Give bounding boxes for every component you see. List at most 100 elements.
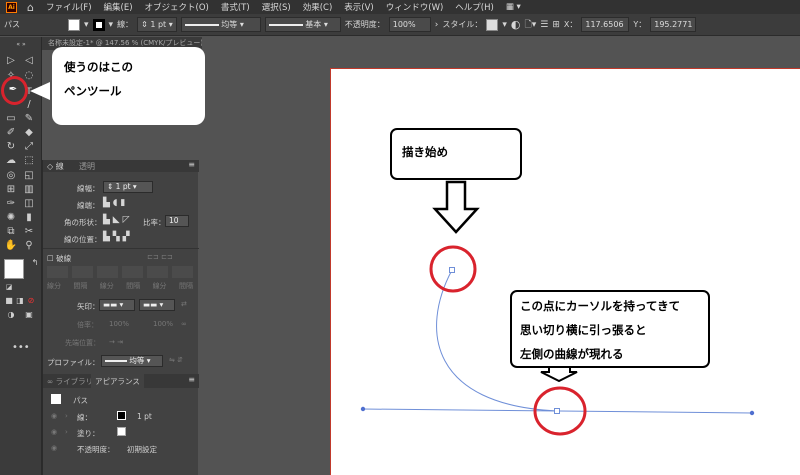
drag-callout-line1: この点にカーソルを持ってきて (520, 299, 681, 313)
panel-menu-icon[interactable]: ≡ (188, 160, 195, 169)
align-icon[interactable]: ☰ (540, 20, 548, 30)
corner-buttons[interactable]: ▙ ◣ ◸ (103, 215, 130, 225)
menu-window[interactable]: ウィンドウ(W) (386, 1, 444, 13)
rotate-tool-icon[interactable]: ↻ (4, 141, 18, 153)
gradient-tool-icon[interactable]: ▥ (22, 184, 36, 196)
appearance-stroke-swatch[interactable] (117, 411, 126, 420)
x-coordinate-field[interactable]: 117.6506 (581, 17, 630, 32)
selection-tool-icon[interactable]: ▷ (4, 55, 18, 67)
menu-type[interactable]: 書式(T) (221, 1, 250, 13)
opacity-dropdown-icon[interactable]: › (435, 20, 439, 30)
menu-object[interactable]: オブジェクト(O) (145, 1, 209, 13)
expand-fill-icon[interactable]: › (65, 428, 68, 436)
menu-effect[interactable]: 効果(C) (303, 1, 333, 13)
arrow-start-select[interactable]: ▬▬ ▾ (99, 299, 135, 311)
paintbrush-tool-icon[interactable]: ✎ (22, 113, 36, 125)
none-mode-icon[interactable]: ⊘ (24, 295, 38, 307)
stroke-appearance-panel: ◇ 線 透明 ≡ 線幅： ⇕ 1 pt ▾ 線端： ▙ ◖ ▮ 角の形状： ▙ … (42, 160, 199, 475)
blend-tool-icon[interactable]: ◫ (22, 198, 36, 210)
tab-appearance[interactable]: アピアランス (91, 374, 144, 388)
eyedropper-tool-icon[interactable]: ✑ (4, 198, 18, 210)
workspace-icon[interactable]: ▦ ▾ (506, 2, 521, 12)
visibility-eye-icon[interactable]: ◉ (51, 428, 57, 436)
scale-tool-icon[interactable]: ⤢ (22, 141, 36, 153)
menu-file[interactable]: ファイル(F) (46, 1, 92, 13)
tab-transparency[interactable]: 透明 (79, 161, 95, 172)
panel-grip-icon[interactable]: « » (14, 39, 28, 51)
zoom-tool-icon[interactable]: ⚲ (22, 240, 36, 252)
flip-profile-icon[interactable]: ⇋ ⇵ (169, 356, 183, 364)
rectangle-tool-icon[interactable]: ▭ (4, 113, 18, 125)
stroke-swatch[interactable] (92, 18, 105, 31)
visibility-eye-icon[interactable]: ◉ (51, 444, 57, 452)
appearance-stroke-label: 線： (77, 413, 92, 422)
link-scale-icon[interactable]: ∞ (181, 320, 187, 328)
shaper-tool-icon[interactable]: ✐ (4, 127, 18, 139)
style-dropdown-icon[interactable]: ▾ (502, 20, 507, 30)
fill-dropdown-icon[interactable]: ▾ (84, 20, 89, 30)
swap-arrows-icon[interactable]: ⇄ (181, 300, 187, 308)
dash-preset-icons[interactable]: ⊏⊐ ⊏⊐ (147, 253, 173, 261)
pen-tool-callout-line2: ペンツール (64, 84, 122, 98)
menu-edit[interactable]: 編集(E) (104, 1, 133, 13)
stroke-dropdown-icon[interactable]: ▾ (109, 20, 114, 30)
slice-tool-icon[interactable]: ✂ (22, 226, 36, 238)
mesh-tool-icon[interactable]: ⊞ (4, 184, 18, 196)
drawing-mode-icon[interactable]: ◑ (4, 309, 18, 321)
profile-select[interactable]: 均等 ▾ (101, 355, 163, 367)
menu-select[interactable]: 選択(S) (262, 1, 291, 13)
align-buttons[interactable]: ▙ ▚ ▞ (103, 232, 130, 242)
fill-swatch[interactable] (68, 18, 80, 31)
dashed-checkbox[interactable]: ☐ 破線 (47, 253, 71, 264)
arrow-end-select[interactable]: ▬▬ ▾ (139, 299, 175, 311)
line-tool-icon[interactable]: / (22, 99, 36, 111)
stroke-weight-field[interactable]: ⇕ 1 pt ▾ (137, 17, 177, 32)
default-colors-icon[interactable]: ◪ (2, 281, 16, 293)
menu-view[interactable]: 表示(V) (344, 1, 373, 13)
appearance-fill-swatch[interactable] (117, 427, 126, 436)
menu-bar: Ai ⌂ ファイル(F) 編集(E) オブジェクト(O) 書式(T) 選択(S)… (0, 0, 800, 14)
cap-buttons[interactable]: ▙ ◖ ▮ (103, 198, 125, 208)
tab-stroke[interactable]: ◇ 線 (47, 161, 64, 172)
y-coordinate-field[interactable]: 195.2771 (650, 17, 697, 32)
pen-tool-pointer (30, 82, 50, 100)
menu-help[interactable]: ヘルプ(H) (455, 1, 494, 13)
perspective-tool-icon[interactable]: ◱ (22, 170, 36, 182)
brush-definition[interactable]: 基本 ▾ (264, 17, 341, 32)
scale-end-field[interactable]: 100% (153, 320, 173, 328)
dash-fields[interactable] (47, 266, 193, 278)
graphic-style-swatch[interactable] (486, 18, 499, 31)
artboard-tool-icon[interactable]: ⧉ (4, 226, 18, 238)
transform-icon[interactable]: ⊞ (552, 20, 560, 30)
appearance-opacity-value[interactable]: 初期設定 (127, 444, 157, 455)
expand-stroke-icon[interactable]: › (65, 412, 68, 420)
selection-type: パス (4, 20, 20, 29)
edit-toolbar-icon[interactable]: ••• (12, 342, 30, 354)
eraser-tool-icon[interactable]: ◆ (22, 127, 36, 139)
free-transform-tool-icon[interactable]: ⬚ (22, 155, 36, 167)
appearance-stroke-value[interactable]: 1 pt (137, 412, 152, 421)
corner-label: 角の形状： (64, 218, 102, 227)
fill-color-box[interactable] (4, 259, 24, 279)
direct-selection-tool-icon[interactable]: ◁ (22, 55, 36, 67)
hand-tool-icon[interactable]: ✋ (4, 240, 18, 252)
home-icon[interactable]: ⌂ (27, 1, 34, 14)
variable-width-profile[interactable]: 均等 ▾ (180, 17, 261, 32)
column-graph-tool-icon[interactable]: ▮ (22, 212, 36, 224)
swap-fill-stroke-icon[interactable]: ↰ (28, 257, 42, 269)
visibility-eye-icon[interactable]: ◉ (51, 412, 57, 420)
weight-field[interactable]: ⇕ 1 pt ▾ (103, 181, 153, 193)
document-setup-icon[interactable]: 🗋▾ (524, 17, 536, 33)
opacity-field[interactable]: 100% (388, 17, 431, 32)
symbol-sprayer-tool-icon[interactable]: ✺ (4, 212, 18, 224)
recolor-icon[interactable]: ◐ (511, 18, 521, 31)
limit-field[interactable]: 10 (165, 215, 189, 227)
shape-builder-tool-icon[interactable]: ◎ (4, 170, 18, 182)
tab-libraries[interactable]: ∞ ライブラリ (47, 376, 93, 387)
align-label: 線の位置： (64, 235, 102, 244)
screen-mode-icon[interactable]: ▣ (22, 309, 36, 321)
warp-tool-icon[interactable]: ☁ (4, 155, 18, 167)
align-arrow-buttons[interactable]: → ⇥ (109, 338, 123, 346)
scale-start-field[interactable]: 100% (109, 320, 129, 328)
panel-menu-icon[interactable]: ≡ (188, 375, 195, 384)
